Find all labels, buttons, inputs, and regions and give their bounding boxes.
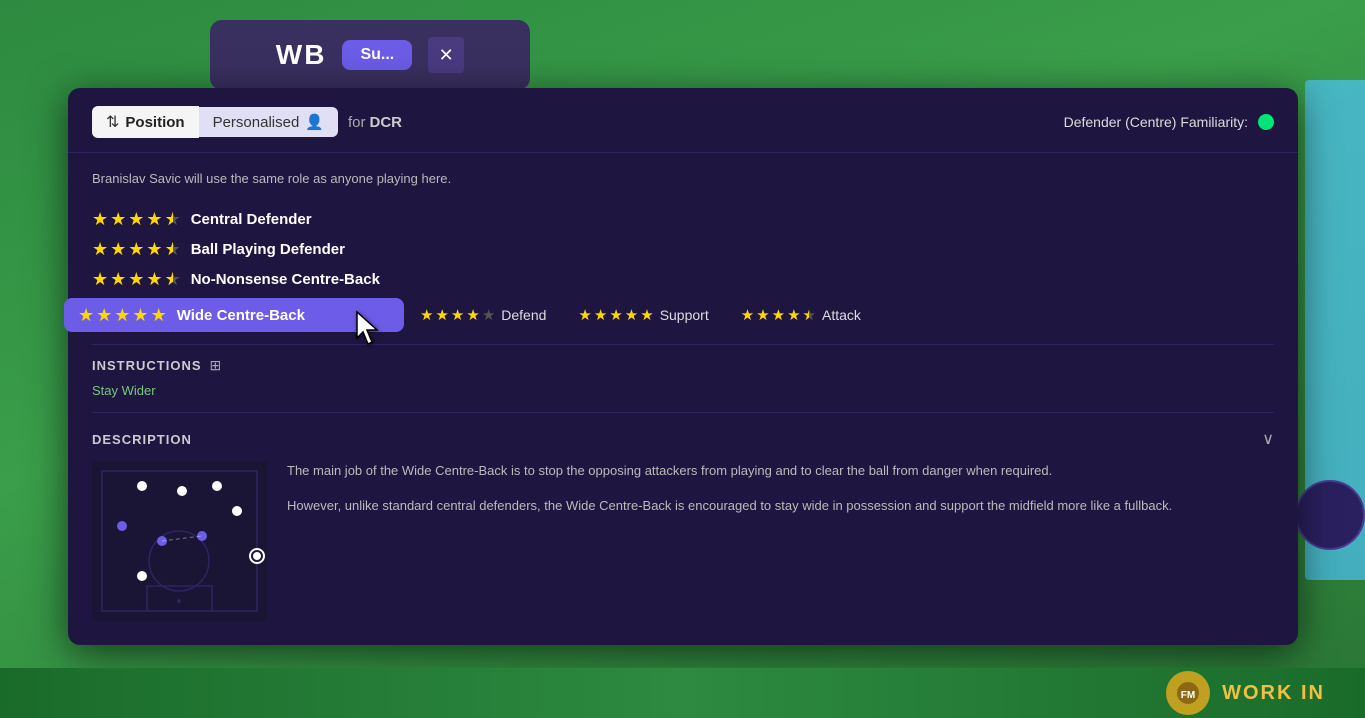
tactical-diagram	[92, 461, 267, 621]
star3: ★	[128, 270, 144, 288]
duty-row: ★ ★ ★ ★ ★ Defend ★ ★ ★ ★ ★	[420, 307, 861, 323]
star4: ★	[146, 270, 162, 288]
personalised-label: Personalised	[213, 114, 300, 131]
star2: ★	[110, 270, 126, 288]
top-card-hint: WB Su... ✕	[210, 20, 530, 90]
top-card-button[interactable]: Su...	[342, 40, 412, 70]
desc-para-1: The main job of the Wide Centre-Back is …	[287, 461, 1274, 482]
modal-body: Branislav Savic will use the same role a…	[68, 153, 1298, 621]
wide-centre-back-stars: ★ ★ ★ ★ ★	[78, 306, 167, 324]
support-label: Support	[660, 307, 709, 323]
s4: ★	[466, 308, 479, 323]
s5: ★★	[803, 308, 816, 323]
instruction-tags: Stay Wider	[92, 382, 1274, 400]
description-collapse-icon[interactable]: ∨	[1262, 429, 1274, 449]
role-row-wide-centre-back[interactable]: ★ ★ ★ ★ ★ Wide Centre-Back	[64, 298, 404, 332]
position-tab[interactable]: ⇅ Position	[92, 106, 199, 138]
description-text-block: The main job of the Wide Centre-Back is …	[287, 461, 1274, 621]
personalised-tab[interactable]: Personalised 👤	[199, 107, 338, 137]
instruction-tag-stay-wider: Stay Wider	[92, 383, 156, 398]
ball-playing-defender-name: Ball Playing Defender	[191, 241, 345, 258]
star3: ★	[114, 306, 130, 324]
description-header: DESCRIPTION ∨	[92, 429, 1274, 449]
svg-text:FM: FM	[1181, 690, 1195, 701]
star1: ★	[92, 240, 108, 258]
description-title: DESCRIPTION	[92, 432, 192, 447]
support-stars: ★ ★ ★ ★ ★	[578, 308, 653, 323]
s4: ★	[625, 308, 638, 323]
star2: ★	[110, 210, 126, 228]
modal-header: ⇅ Position Personalised 👤 for DCR Defend…	[68, 88, 1298, 153]
instructions-expand-icon[interactable]: ⊞	[210, 357, 222, 374]
s3: ★	[451, 308, 464, 323]
divider-1	[92, 344, 1274, 345]
header-right: Defender (Centre) Familiarity:	[1064, 114, 1274, 130]
person-icon: 👤	[305, 113, 324, 131]
attack-stars: ★ ★ ★ ★ ★★	[741, 308, 816, 323]
star2: ★	[96, 306, 112, 324]
bottom-bar: FM WORK IN	[0, 668, 1365, 718]
s1: ★	[578, 308, 591, 323]
desc-para-2: However, unlike standard central defende…	[287, 496, 1274, 517]
description-section: DESCRIPTION ∨	[92, 429, 1274, 621]
star1: ★	[92, 210, 108, 228]
position-tab-label: Position	[125, 114, 184, 131]
work-in-text: WORK IN	[1222, 682, 1325, 705]
star5: ★	[151, 306, 167, 324]
no-nonsense-stars: ★ ★ ★ ★ ★★	[92, 270, 181, 288]
ball-playing-defender-stars: ★ ★ ★ ★ ★★	[92, 240, 181, 258]
star4: ★	[146, 210, 162, 228]
role-row-ball-playing-defender[interactable]: ★ ★ ★ ★ ★★ Ball Playing Defender	[92, 234, 1274, 264]
s2: ★	[756, 308, 769, 323]
defend-label: Defend	[501, 307, 546, 323]
s2: ★	[435, 308, 448, 323]
star3: ★	[128, 210, 144, 228]
position-icon: ⇅	[106, 112, 119, 132]
star4: ★	[132, 306, 148, 324]
instructions-title: INSTRUCTIONS	[92, 358, 202, 373]
s3: ★	[772, 308, 785, 323]
star1: ★	[78, 306, 94, 324]
s1: ★	[741, 308, 754, 323]
for-label: for	[348, 114, 366, 131]
star5: ★★	[165, 240, 181, 258]
central-defender-stars: ★ ★ ★ ★ ★★	[92, 210, 181, 228]
s4: ★	[787, 308, 800, 323]
duty-support[interactable]: ★ ★ ★ ★ ★ Support	[578, 307, 708, 323]
familiarity-dot	[1258, 114, 1274, 130]
s3: ★	[609, 308, 622, 323]
right-panel-avatar	[1295, 480, 1365, 550]
instructions-header: INSTRUCTIONS ⊞	[92, 357, 1274, 374]
top-card-text: WB	[276, 39, 327, 71]
wide-centre-back-name: Wide Centre-Back	[177, 307, 305, 324]
s2: ★	[594, 308, 607, 323]
duty-defend[interactable]: ★ ★ ★ ★ ★ Defend	[420, 307, 546, 323]
no-nonsense-name: No-Nonsense Centre-Back	[191, 271, 380, 288]
role-selection-modal: ⇅ Position Personalised 👤 for DCR Defend…	[68, 88, 1298, 645]
bottom-logo: FM	[1166, 671, 1210, 715]
role-subtitle: Branislav Savic will use the same role a…	[92, 171, 1274, 186]
central-defender-name: Central Defender	[191, 211, 312, 228]
star2: ★	[110, 240, 126, 258]
star5: ★★	[165, 210, 181, 228]
header-left: ⇅ Position Personalised 👤 for DCR	[92, 106, 402, 138]
divider-2	[92, 412, 1274, 413]
role-row-central-defender[interactable]: ★ ★ ★ ★ ★★ Central Defender	[92, 204, 1274, 234]
s5: ★	[482, 308, 495, 323]
star5: ★★	[165, 270, 181, 288]
dcr-label: DCR	[370, 114, 403, 131]
s5: ★	[640, 308, 653, 323]
role-row-no-nonsense[interactable]: ★ ★ ★ ★ ★★ No-Nonsense Centre-Back	[92, 264, 1274, 294]
s1: ★	[420, 308, 433, 323]
description-content: The main job of the Wide Centre-Back is …	[92, 461, 1274, 621]
familiarity-label: Defender (Centre) Familiarity:	[1064, 114, 1248, 130]
defend-stars: ★ ★ ★ ★ ★	[420, 308, 495, 323]
star4: ★	[146, 240, 162, 258]
star3: ★	[128, 240, 144, 258]
star1: ★	[92, 270, 108, 288]
attack-label: Attack	[822, 307, 861, 323]
duty-attack[interactable]: ★ ★ ★ ★ ★★ Attack	[741, 307, 861, 323]
